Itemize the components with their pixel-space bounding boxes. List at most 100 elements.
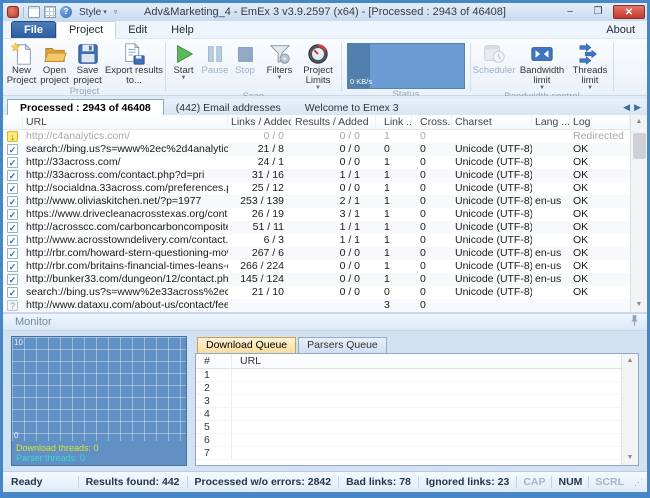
queue-row[interactable]: 5 (196, 421, 621, 434)
queue-column-num[interactable]: # (196, 354, 232, 368)
cell-log: OK (570, 169, 630, 182)
tab-download-queue[interactable]: Download Queue (197, 337, 296, 353)
stop-button[interactable]: Stop (230, 40, 260, 76)
question-icon[interactable]: ? (7, 300, 18, 311)
threads-limit-button[interactable]: Threads limit ▼ (568, 40, 612, 91)
table-row[interactable]: ✓http://bunker33.com/dungeon/12/contact.… (3, 273, 630, 286)
column-header-link[interactable]: Link ... (376, 115, 412, 129)
cell-cross: 0 (412, 260, 452, 273)
queue-row[interactable]: 7 (196, 447, 621, 460)
table-row[interactable]: ✓http://33across.com/24 / 10 / 010Unicod… (3, 156, 630, 169)
open-project-button[interactable]: Open project (38, 40, 71, 86)
tab-help[interactable]: Help (159, 22, 206, 38)
tab-scroll-left-icon[interactable]: ◀ (623, 102, 630, 113)
tab-email-addresses[interactable]: (442) Email addresses (164, 100, 293, 115)
queue-row[interactable]: 3 (196, 395, 621, 408)
status-bad-links: Bad links: 78 (338, 476, 418, 488)
checked-checkbox[interactable]: ✓ (7, 235, 18, 246)
new-project-button[interactable]: New Project (5, 40, 38, 86)
queue-column-url[interactable]: URL (232, 354, 621, 368)
queue-row-number: 6 (196, 434, 232, 446)
checked-checkbox[interactable]: ✓ (7, 209, 18, 220)
column-header-cross[interactable]: Cross... (412, 115, 452, 129)
table-row[interactable]: ✓http://www.acrosstowndelivery.com/conta… (3, 234, 630, 247)
checked-checkbox[interactable]: ✓ (7, 196, 18, 207)
checked-checkbox[interactable]: ✓ (7, 261, 18, 272)
table-row[interactable]: ✓http://rbr.com/britains-financial-times… (3, 260, 630, 273)
column-header-charset[interactable]: Charset (452, 115, 532, 129)
cell-links-added: 266 / 224 (228, 260, 292, 273)
table-row[interactable]: ✓http://rbr.com/howard-stern-questioning… (3, 247, 630, 260)
table-row[interactable]: ✓http://acrosscc.com/carboncarboncomposi… (3, 221, 630, 234)
redirected-icon[interactable]: ↓ (7, 131, 18, 142)
filters-button[interactable]: Filters ▼ (263, 40, 296, 81)
maximize-button[interactable]: ❐ (585, 5, 611, 19)
cell-charset: Unicode (UTF-8) (452, 273, 532, 286)
cell-link: 1 (376, 169, 412, 182)
bandwidth-limit-button[interactable]: Bandwidth limit ▼ (516, 40, 568, 91)
table-scrollbar[interactable]: ▲ ▼ (630, 115, 647, 312)
table-row[interactable]: ?http://www.dataxu.com/about-us/contact/… (3, 299, 630, 312)
resize-grip[interactable]: ⋰ (630, 477, 643, 488)
cell-charset (452, 130, 532, 143)
checked-checkbox[interactable]: ✓ (7, 222, 18, 233)
checked-checkbox[interactable]: ✓ (7, 157, 18, 168)
start-button[interactable]: Start ▼ (167, 40, 200, 81)
export-results-button[interactable]: Export results to... (104, 40, 164, 86)
checked-checkbox[interactable]: ✓ (7, 144, 18, 155)
tab-edit[interactable]: Edit (116, 22, 159, 38)
checked-checkbox[interactable]: ✓ (7, 170, 18, 181)
column-header-results[interactable]: Results / Added (292, 115, 376, 129)
qat-overflow-icon[interactable]: ▿ (114, 8, 118, 16)
column-header-lang[interactable]: Lang ... (532, 115, 570, 129)
queue-row[interactable]: 6 (196, 434, 621, 447)
table-row[interactable]: ↓http://c4analytics.com/0 / 00 / 010Redi… (3, 130, 630, 143)
style-dropdown[interactable]: Style ▾ (76, 7, 110, 18)
checked-checkbox[interactable]: ✓ (7, 274, 18, 285)
scroll-up-icon[interactable]: ▲ (627, 354, 634, 368)
tab-welcome[interactable]: Welcome to Emex 3 (293, 100, 411, 115)
cell-link: 1 (376, 156, 412, 169)
scroll-down-icon[interactable]: ▼ (636, 298, 643, 312)
table-view-icon[interactable] (44, 6, 56, 18)
queue-row[interactable]: 1 (196, 369, 621, 382)
column-header-log[interactable]: Log (570, 115, 630, 129)
minimize-button[interactable]: – (557, 5, 583, 19)
column-header-url[interactable]: URL (23, 115, 228, 129)
queue-row[interactable]: 4 (196, 408, 621, 421)
table-row[interactable]: ✓search://bing.us?s=www%2ec%2d4analytics… (3, 143, 630, 156)
scroll-thumb[interactable] (633, 133, 646, 159)
close-button[interactable]: ✕ (613, 5, 645, 19)
tab-scroll-right-icon[interactable]: ▶ (634, 102, 641, 113)
save-project-button[interactable]: Save project (71, 40, 104, 86)
scroll-down-icon[interactable]: ▼ (627, 451, 634, 465)
scroll-up-icon[interactable]: ▲ (636, 115, 643, 129)
cell-lang (532, 169, 570, 182)
help-icon[interactable]: ? (60, 6, 72, 18)
table-row[interactable]: ✓https://www.drivecleanacrosstexas.org/c… (3, 208, 630, 221)
checked-checkbox[interactable]: ✓ (7, 287, 18, 298)
queue-row[interactable]: 2 (196, 382, 621, 395)
table-row[interactable]: ✓http://socialdna.33across.com/preferenc… (3, 182, 630, 195)
scheduler-icon (482, 42, 506, 66)
tab-project[interactable]: Project (56, 21, 116, 39)
scheduler-button[interactable]: Scheduler (472, 40, 516, 76)
pin-icon[interactable] (630, 314, 639, 330)
column-header-links[interactable]: Links / Added (228, 115, 292, 129)
table-row[interactable]: ✓search://bing.us?s=www%2e33across%2ecom… (3, 286, 630, 299)
queue-scrollbar[interactable]: ▲ ▼ (621, 354, 638, 465)
about-link[interactable]: About (602, 22, 639, 38)
new-document-icon[interactable] (28, 6, 40, 18)
table-row[interactable]: ✓http://www.oliviaskitchen.net/?p=197725… (3, 195, 630, 208)
cell-links-added: 0 / 0 (228, 130, 292, 143)
queue-row-url (232, 421, 621, 433)
tab-parsers-queue[interactable]: Parsers Queue (298, 337, 387, 353)
tab-processed[interactable]: Processed : 2943 of 46408 (7, 99, 164, 115)
checked-checkbox[interactable]: ✓ (7, 248, 18, 259)
table-row[interactable]: ✓http://33across.com/contact.php?d=pri31… (3, 169, 630, 182)
cell-charset: Unicode (UTF-8) (452, 143, 532, 156)
tab-file[interactable]: File (11, 21, 56, 38)
checked-checkbox[interactable]: ✓ (7, 183, 18, 194)
project-limits-button[interactable]: Project Limits ▼ (296, 40, 340, 91)
pause-button[interactable]: Pause (200, 40, 230, 76)
